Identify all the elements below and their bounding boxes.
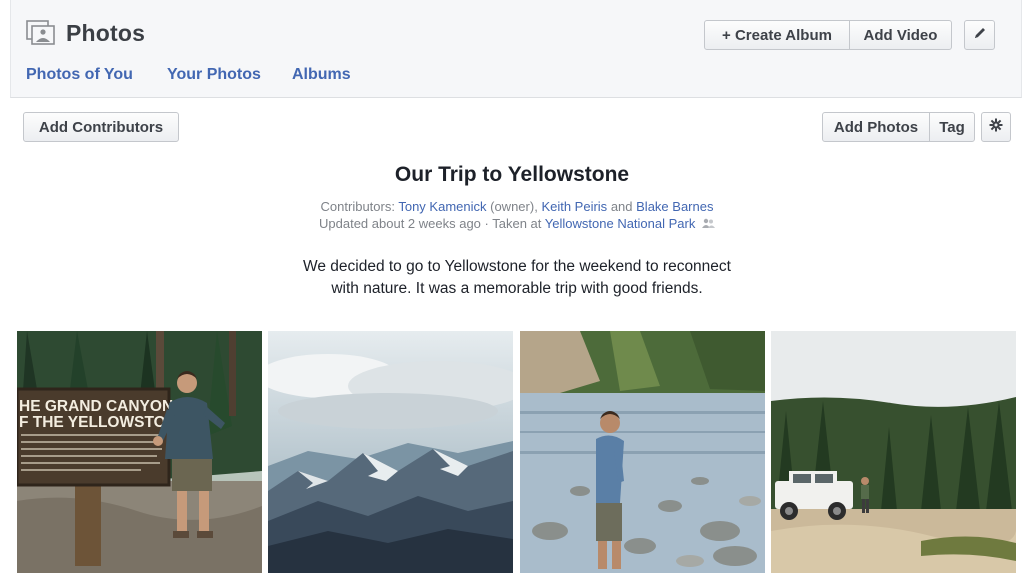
add-contributors-button[interactable]: Add Contributors: [23, 112, 179, 142]
edit-button[interactable]: [964, 20, 995, 50]
gear-icon: [989, 118, 1003, 136]
tag-button[interactable]: Tag: [929, 113, 974, 141]
tab-albums[interactable]: Albums: [292, 66, 351, 84]
contributor-link[interactable]: Tony Kamenick: [398, 199, 486, 214]
settings-button[interactable]: [981, 112, 1011, 142]
album-description-line: We decided to go to Yellowstone for the …: [303, 258, 731, 275]
album-description-line: with nature. It was a memorable trip wit…: [331, 280, 703, 297]
photos-icon: [26, 20, 56, 46]
pencil-icon: [973, 26, 987, 44]
location-link[interactable]: Yellowstone National Park: [545, 216, 696, 231]
contributor-link[interactable]: Keith Peiris: [541, 199, 607, 214]
create-album-button[interactable]: + Create Album: [705, 21, 849, 49]
taken-at-text: · Taken at: [484, 216, 542, 231]
contributors-line: Contributors: Tony Kamenick (owner), Kei…: [0, 199, 1024, 214]
album-actions: Add Photos Tag: [822, 112, 975, 142]
page-title: Photos: [66, 20, 146, 46]
album-title: Our Trip to Yellowstone: [394, 163, 630, 186]
tab-your-photos[interactable]: Your Photos: [167, 66, 261, 84]
photo-thumbnail[interactable]: [520, 331, 765, 573]
contributor-link[interactable]: Blake Barnes: [636, 199, 713, 214]
photo-thumbnail[interactable]: [771, 331, 1016, 573]
sign-text: HE GRAND CANYON: [19, 398, 173, 415]
add-video-button[interactable]: Add Video: [849, 21, 951, 49]
updated-text: Updated about 2 weeks ago: [319, 216, 481, 231]
tab-photos-of-you[interactable]: Photos of You: [26, 66, 133, 84]
updated-line: Updated about 2 weeks ago · Taken at Yel…: [0, 216, 1024, 231]
header-actions: + Create Album Add Video: [704, 20, 952, 50]
photo-thumbnail[interactable]: [268, 331, 513, 573]
photo-thumbnail[interactable]: HE GRAND CANYON F THE YELLOWSTONE: [17, 331, 262, 573]
photos-page: Photos Photos of You Your Photos Albums …: [0, 0, 1024, 573]
owner-note: (owner),: [490, 199, 538, 214]
contributors-label: Contributors:: [320, 199, 395, 214]
people-icon: [701, 217, 715, 228]
and-word: and: [610, 199, 633, 214]
add-photos-button[interactable]: Add Photos: [823, 113, 929, 141]
